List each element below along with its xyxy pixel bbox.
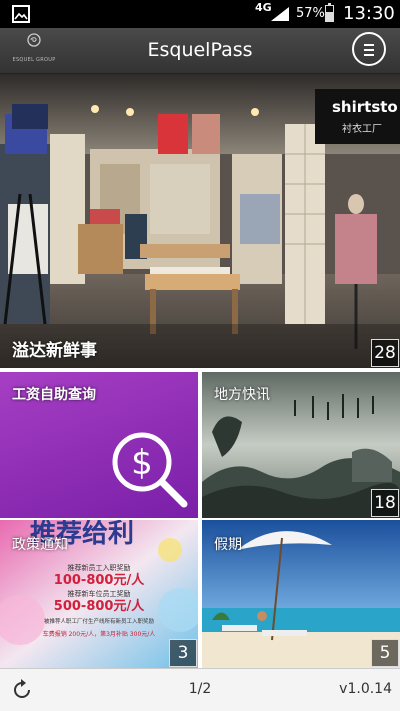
shop-sign-sub: 衬衣工厂 — [342, 122, 382, 135]
tile-local-news[interactable]: 地方快讯 18 — [202, 372, 400, 518]
hamburger-menu-icon[interactable] — [352, 32, 386, 66]
page-indicator: 1/2 — [188, 681, 212, 697]
app-header: ESQUEL GROUP EsquelPass — [0, 28, 400, 74]
battery-icon — [325, 3, 334, 22]
clock: 13:30 — [343, 3, 395, 24]
store-photo: shirtsto 衬衣工厂 — [0, 74, 400, 368]
tile-policy-notice[interactable]: 推荐给利 推荐新员工入职奖励 100-800元/人 推荐新车位员工奖励 500-… — [0, 520, 198, 668]
count-badge: 18 — [371, 489, 399, 517]
shop-sign: shirtsto — [332, 98, 398, 116]
count-badge: 5 — [371, 639, 399, 667]
menu-line — [364, 49, 374, 51]
poster-line: 推荐新车位员工奖励 — [68, 589, 131, 598]
tile-salary-query[interactable]: 工资自助查询 $ — [0, 372, 198, 518]
poster-line: 推荐新员工入职奖励 — [68, 563, 131, 572]
poster-line: 500-800元/人 — [54, 598, 145, 614]
tile-esquel-news[interactable]: shirtsto 衬衣工厂 溢达新鲜事 28 — [0, 74, 400, 368]
tile-label-esquel-news: 溢达新鲜事 — [12, 341, 97, 361]
dollar-glyph: $ — [131, 443, 153, 483]
poster-line: 车费报销 200元/人，第3月补贴 300元/人 — [43, 630, 156, 638]
search-dollar-icon: $ — [112, 432, 188, 508]
app-title: EsquelPass — [147, 39, 253, 61]
tile-holiday[interactable]: 假期 5 — [202, 520, 400, 668]
logo-mark-icon — [27, 33, 41, 47]
version-label: v1.0.14 — [339, 681, 392, 697]
count-badge: 3 — [169, 639, 197, 667]
status-bar: 4G 57% 13:30 — [0, 0, 400, 28]
tile-label-policy-notice: 政策通知 — [12, 537, 68, 553]
poster-line: 被推荐人职工厂付生产线所有新员工入职奖励 — [44, 617, 155, 625]
signal-icon — [271, 7, 289, 21]
tile-label-holiday: 假期 — [214, 537, 242, 553]
esquel-logo: ESQUEL GROUP — [10, 31, 58, 69]
battery-percent: 57% — [296, 6, 325, 21]
count-badge: 28 — [371, 339, 399, 367]
bottom-bar: 1/2 v1.0.14 — [0, 668, 400, 711]
menu-line — [364, 54, 374, 56]
logo-text: ESQUEL GROUP — [12, 57, 56, 63]
gallery-icon — [12, 5, 30, 23]
menu-line — [364, 44, 374, 46]
tile-label-salary-query: 工资自助查询 — [12, 387, 96, 403]
tile-label-local-news: 地方快讯 — [214, 387, 270, 403]
poster-line: 100-800元/人 — [54, 572, 145, 588]
refresh-icon[interactable] — [10, 678, 34, 702]
